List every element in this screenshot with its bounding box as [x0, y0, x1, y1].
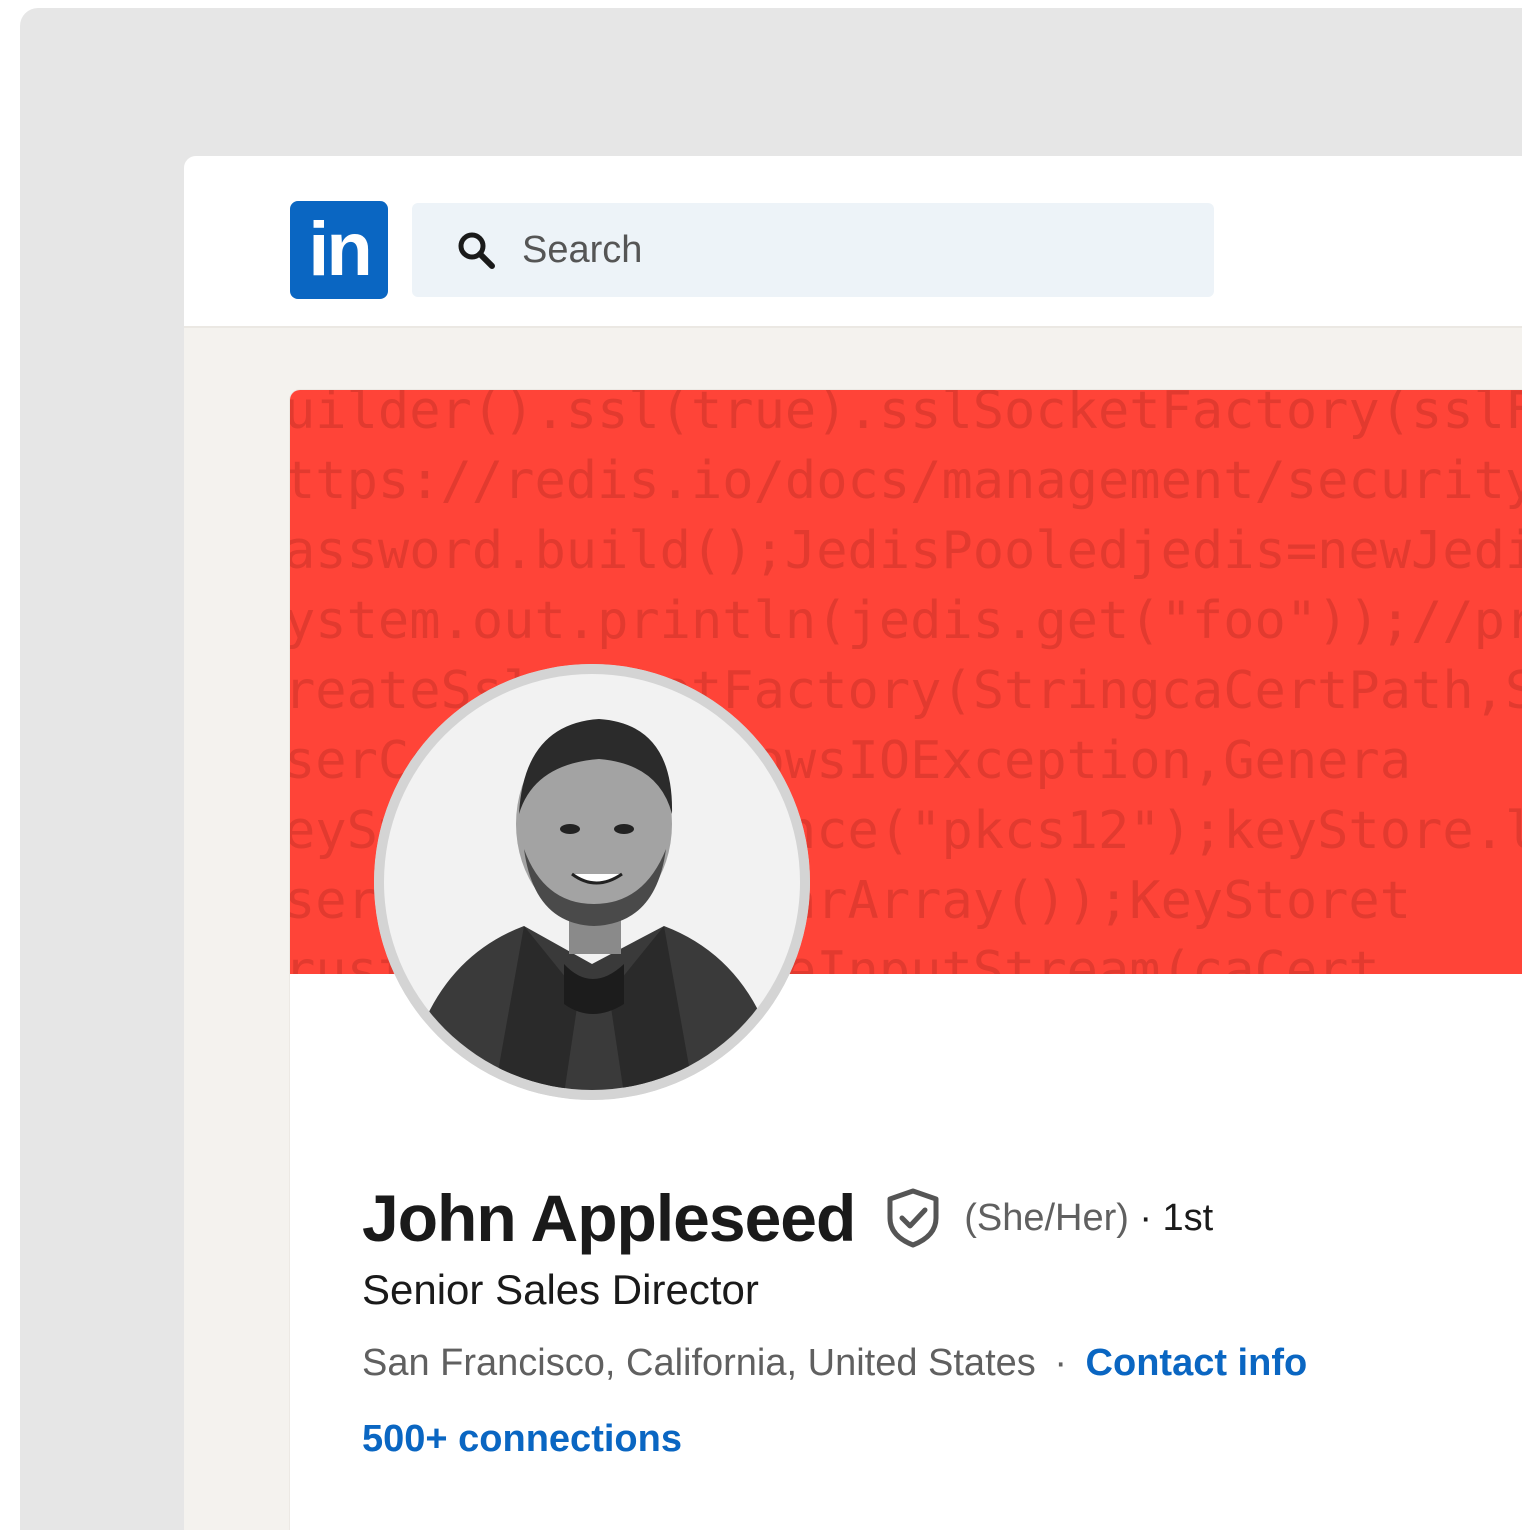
verified-shield-icon[interactable]: [886, 1188, 940, 1248]
avatar[interactable]: [374, 664, 810, 1100]
connections-link[interactable]: 500+ connections: [362, 1418, 682, 1461]
browser-window: in uilder().ssl(true).sslSocketFactory(s…: [184, 156, 1522, 1530]
top-navigation-bar: in: [184, 156, 1522, 328]
profile-location: San Francisco, California, United States: [362, 1342, 1036, 1384]
separator-dot: ·: [1139, 1196, 1153, 1239]
search-input[interactable]: [522, 203, 1182, 297]
search-icon: [456, 230, 496, 270]
linkedin-logo[interactable]: in: [290, 201, 388, 299]
profile-card: uilder().ssl(true).sslSocketFactory(sslF…: [290, 390, 1522, 1530]
profile-name-row: John Appleseed (She/Her) · 1st: [362, 1180, 1213, 1256]
profile-headline: Senior Sales Director: [362, 1266, 759, 1313]
search-box[interactable]: [412, 203, 1214, 297]
separator-dot: ·: [1054, 1342, 1067, 1384]
location-row: San Francisco, California, United States…: [362, 1342, 1307, 1385]
backdrop: in uilder().ssl(true).sslSocketFactory(s…: [20, 8, 1522, 1530]
profile-pronouns: (She/Her): [964, 1196, 1129, 1239]
profile-name: John Appleseed: [362, 1181, 856, 1255]
connection-degree: 1st: [1162, 1196, 1214, 1239]
contact-info-link[interactable]: Contact info: [1086, 1342, 1308, 1384]
